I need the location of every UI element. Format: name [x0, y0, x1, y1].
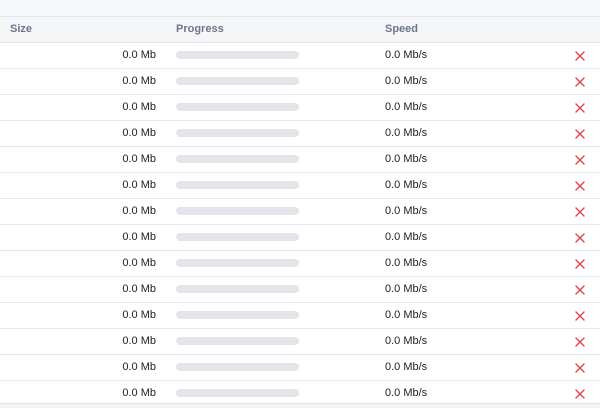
progress-bar: [176, 363, 299, 371]
remove-button[interactable]: [573, 101, 587, 115]
size-cell: 0.0 Mb: [122, 205, 156, 217]
progress-bar: [176, 51, 299, 59]
remove-button[interactable]: [573, 127, 587, 141]
size-cell: 0.0 Mb: [122, 231, 156, 243]
table-body: 0.0 Mb 0.0 Mb/s 0.0 Mb 0.0 Mb/s 0.0 Mb 0.0 Mb…: [0, 43, 600, 407]
progress-bar: [176, 155, 299, 163]
close-icon: [573, 153, 587, 167]
close-icon: [573, 101, 587, 115]
progress-bar: [176, 77, 299, 85]
table-row[interactable]: 0.0 Mb 0.0 Mb/s: [0, 329, 600, 355]
close-icon: [573, 179, 587, 193]
downloads-panel: Size Progress Speed 0.0 Mb 0.0 Mb/s 0.0 Mb…: [0, 0, 600, 408]
speed-cell: 0.0 Mb/s: [385, 49, 428, 61]
remove-button[interactable]: [573, 361, 587, 375]
size-cell: 0.0 Mb: [122, 49, 156, 61]
progress-bar: [176, 207, 299, 215]
speed-cell: 0.0 Mb/s: [385, 309, 428, 321]
close-icon: [573, 75, 587, 89]
size-cell: 0.0 Mb: [122, 101, 156, 113]
size-cell: 0.0 Mb: [122, 361, 156, 373]
close-icon: [573, 231, 587, 245]
table-row[interactable]: 0.0 Mb 0.0 Mb/s: [0, 121, 600, 147]
table-row[interactable]: 0.0 Mb 0.0 Mb/s: [0, 173, 600, 199]
close-icon: [573, 205, 587, 219]
remove-button[interactable]: [573, 335, 587, 349]
table-row[interactable]: 0.0 Mb 0.0 Mb/s: [0, 355, 600, 381]
size-cell: 0.0 Mb: [122, 127, 156, 139]
progress-bar: [176, 233, 299, 241]
remove-button[interactable]: [573, 205, 587, 219]
size-cell: 0.0 Mb: [122, 179, 156, 191]
toolbar-strip: [0, 0, 600, 17]
size-cell: 0.0 Mb: [122, 75, 156, 87]
remove-button[interactable]: [573, 257, 587, 271]
progress-bar: [176, 337, 299, 345]
size-cell: 0.0 Mb: [122, 153, 156, 165]
table-row[interactable]: 0.0 Mb 0.0 Mb/s: [0, 43, 600, 69]
progress-bar: [176, 181, 299, 189]
close-icon: [573, 309, 587, 323]
speed-cell: 0.0 Mb/s: [385, 361, 428, 373]
remove-button[interactable]: [573, 75, 587, 89]
progress-bar: [176, 129, 299, 137]
speed-cell: 0.0 Mb/s: [385, 153, 428, 165]
table-header: Size Progress Speed: [0, 17, 600, 43]
table-row[interactable]: 0.0 Mb 0.0 Mb/s: [0, 95, 600, 121]
table-row[interactable]: 0.0 Mb 0.0 Mb/s: [0, 69, 600, 95]
progress-bar: [176, 311, 299, 319]
speed-cell: 0.0 Mb/s: [385, 75, 428, 87]
column-header-progress[interactable]: Progress: [176, 17, 224, 42]
column-header-size[interactable]: Size: [10, 17, 32, 42]
progress-bar: [176, 389, 299, 397]
remove-button[interactable]: [573, 387, 587, 401]
size-cell: 0.0 Mb: [122, 309, 156, 321]
table-row[interactable]: 0.0 Mb 0.0 Mb/s: [0, 199, 600, 225]
remove-button[interactable]: [573, 283, 587, 297]
speed-cell: 0.0 Mb/s: [385, 257, 428, 269]
close-icon: [573, 49, 587, 63]
speed-cell: 0.0 Mb/s: [385, 335, 428, 347]
speed-cell: 0.0 Mb/s: [385, 205, 428, 217]
speed-cell: 0.0 Mb/s: [385, 231, 428, 243]
remove-button[interactable]: [573, 309, 587, 323]
table-row[interactable]: 0.0 Mb 0.0 Mb/s: [0, 147, 600, 173]
close-icon: [573, 283, 587, 297]
table-row[interactable]: 0.0 Mb 0.0 Mb/s: [0, 303, 600, 329]
speed-cell: 0.0 Mb/s: [385, 179, 428, 191]
table-row[interactable]: 0.0 Mb 0.0 Mb/s: [0, 225, 600, 251]
footer-strip: [0, 403, 600, 408]
speed-cell: 0.0 Mb/s: [385, 127, 428, 139]
size-cell: 0.0 Mb: [122, 283, 156, 295]
close-icon: [573, 127, 587, 141]
progress-bar: [176, 285, 299, 293]
progress-bar: [176, 259, 299, 267]
remove-button[interactable]: [573, 179, 587, 193]
close-icon: [573, 335, 587, 349]
column-header-speed[interactable]: Speed: [385, 17, 418, 42]
close-icon: [573, 387, 587, 401]
progress-bar: [176, 103, 299, 111]
close-icon: [573, 257, 587, 271]
size-cell: 0.0 Mb: [122, 335, 156, 347]
table-row[interactable]: 0.0 Mb 0.0 Mb/s: [0, 277, 600, 303]
table-row[interactable]: 0.0 Mb 0.0 Mb/s: [0, 251, 600, 277]
remove-button[interactable]: [573, 49, 587, 63]
close-icon: [573, 361, 587, 375]
speed-cell: 0.0 Mb/s: [385, 283, 428, 295]
size-cell: 0.0 Mb: [122, 257, 156, 269]
speed-cell: 0.0 Mb/s: [385, 101, 428, 113]
remove-button[interactable]: [573, 153, 587, 167]
remove-button[interactable]: [573, 231, 587, 245]
